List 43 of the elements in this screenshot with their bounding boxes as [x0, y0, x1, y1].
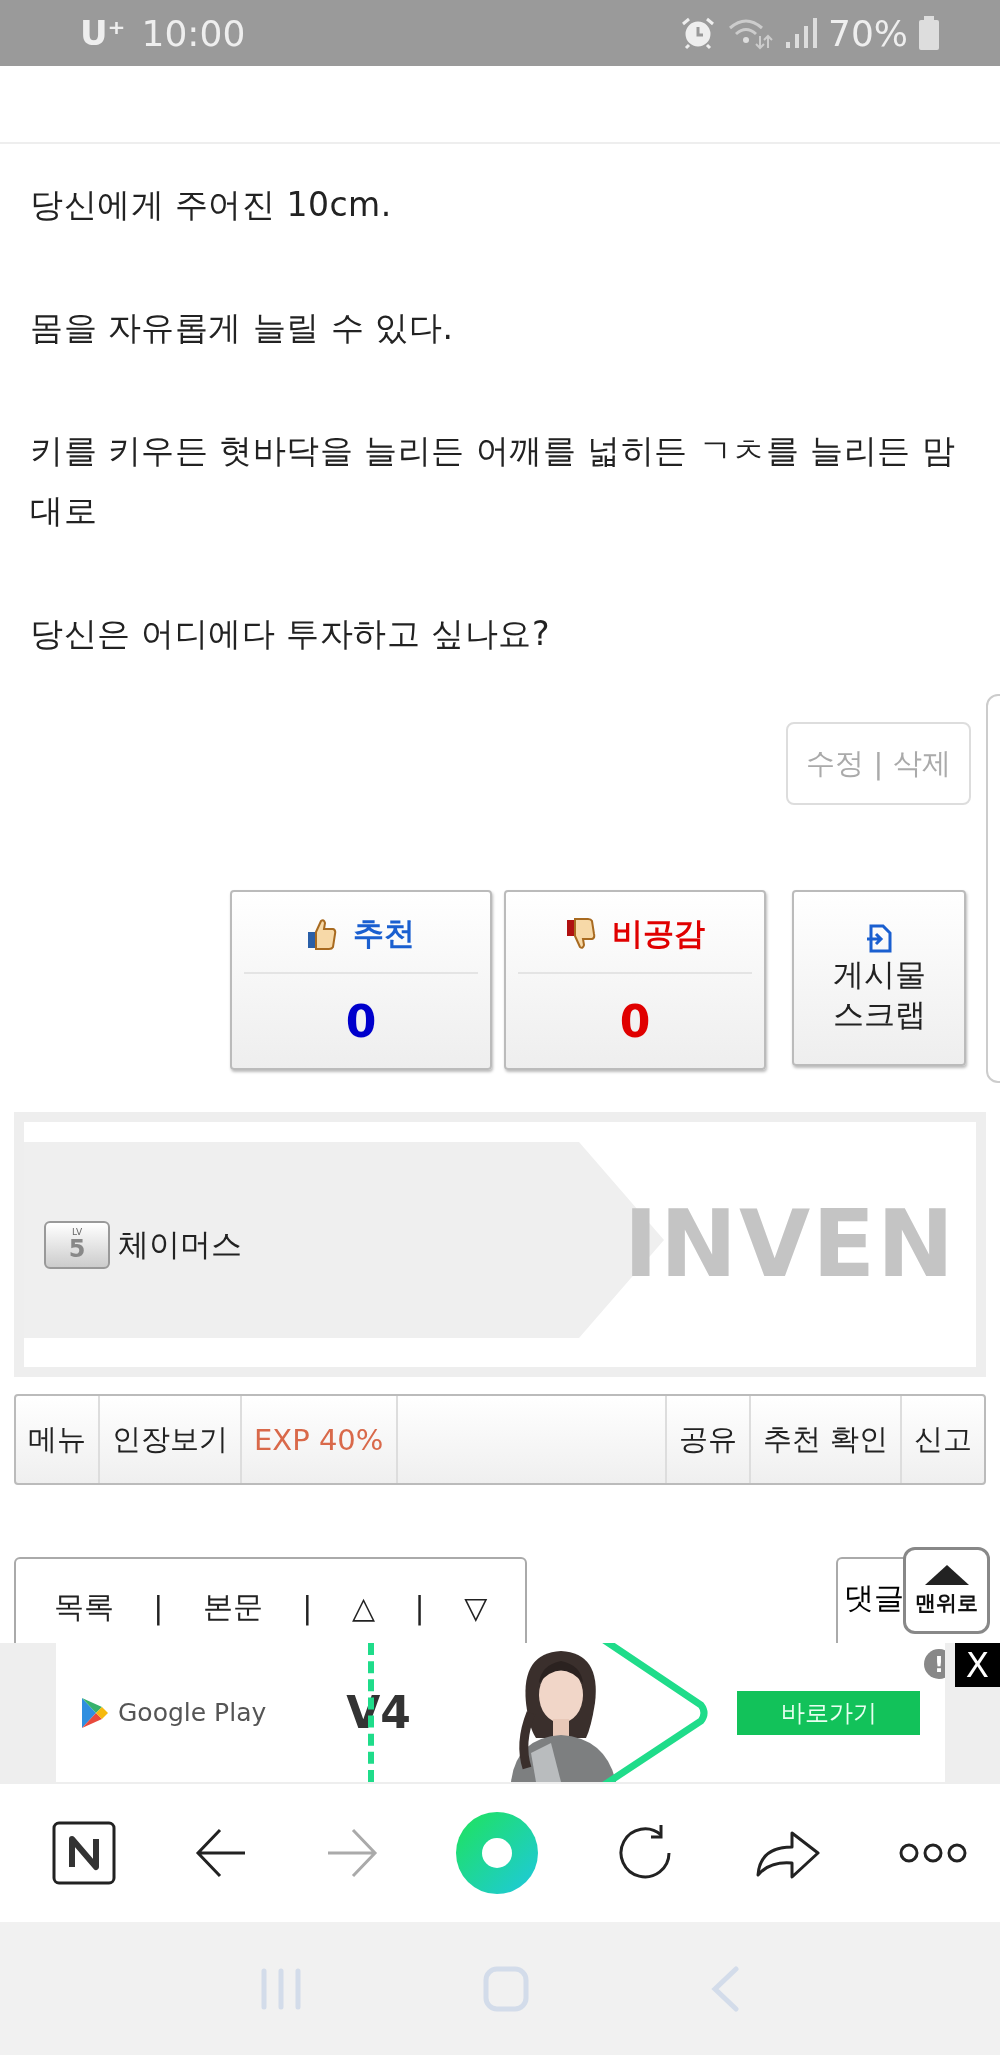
- triangle-up-icon: [924, 1564, 969, 1585]
- back-to-top-button[interactable]: 맨위로: [903, 1547, 990, 1634]
- post-paragraph: 당신은 어디에다 투자하고 싶나요?: [30, 613, 551, 655]
- post-paragraph: 몸을 자유롭게 늘릴 수 있다.: [30, 307, 455, 349]
- carrier-label: U⁺: [80, 13, 126, 53]
- vote-button[interactable]: 비공감 0: [504, 890, 766, 1070]
- battery-icon: [918, 16, 940, 50]
- more-icon[interactable]: [898, 1842, 967, 1864]
- level-badge: LV 5: [44, 1220, 110, 1269]
- post-paragraph: 키를 키우든 혓바닥을 늘리든 어깨를 넓히든 ㄱㅊ를 늘리든 맘대로: [30, 430, 957, 532]
- thumbs-up-icon: [307, 918, 337, 950]
- naver-home-icon[interactable]: [52, 1821, 116, 1885]
- post-paragraph: 당신에게 주어진 10cm.: [30, 184, 393, 226]
- site-logo: INVEN: [623, 1191, 956, 1298]
- scrap-button[interactable]: 게시물 스크랩: [792, 890, 966, 1066]
- nav-link[interactable]: 목록: [53, 1586, 114, 1628]
- nav-link[interactable]: ▽: [464, 1589, 488, 1625]
- separator: |: [414, 1589, 425, 1625]
- separator: |: [873, 746, 884, 781]
- wifi-icon: [726, 16, 774, 50]
- menu-link[interactable]: 메뉴: [16, 1396, 98, 1483]
- exp-label: EXP 40%: [240, 1396, 396, 1483]
- separator: |: [153, 1589, 164, 1625]
- store-name: Google Play: [118, 1698, 267, 1727]
- separator: |: [302, 1589, 313, 1625]
- signal-icon: [784, 16, 818, 50]
- clock-time: 10:00: [141, 12, 246, 54]
- ad-info-badge[interactable]: !: [924, 1649, 945, 1679]
- alarm-icon: [680, 16, 716, 50]
- menu-link[interactable]: 공유: [664, 1396, 749, 1483]
- menu-link[interactable]: 인장보기: [98, 1396, 240, 1483]
- battery-percent: 70%: [828, 12, 908, 54]
- nav-link[interactable]: △: [351, 1589, 376, 1625]
- menu-link[interactable]: 추천 확인: [748, 1396, 900, 1483]
- menu-link[interactable]: 신고: [900, 1396, 984, 1483]
- back-icon[interactable]: [194, 1828, 247, 1878]
- thumbs-down-icon: [565, 918, 596, 950]
- write-comment-button[interactable]: 댓글: [836, 1557, 903, 1643]
- close-button[interactable]: X: [955, 1643, 1000, 1687]
- author-name[interactable]: 체이머스: [118, 1223, 242, 1266]
- nav-link[interactable]: 본문: [202, 1586, 263, 1628]
- vote-button[interactable]: 추천 0: [230, 890, 492, 1070]
- play-store-icon: [80, 1695, 110, 1730]
